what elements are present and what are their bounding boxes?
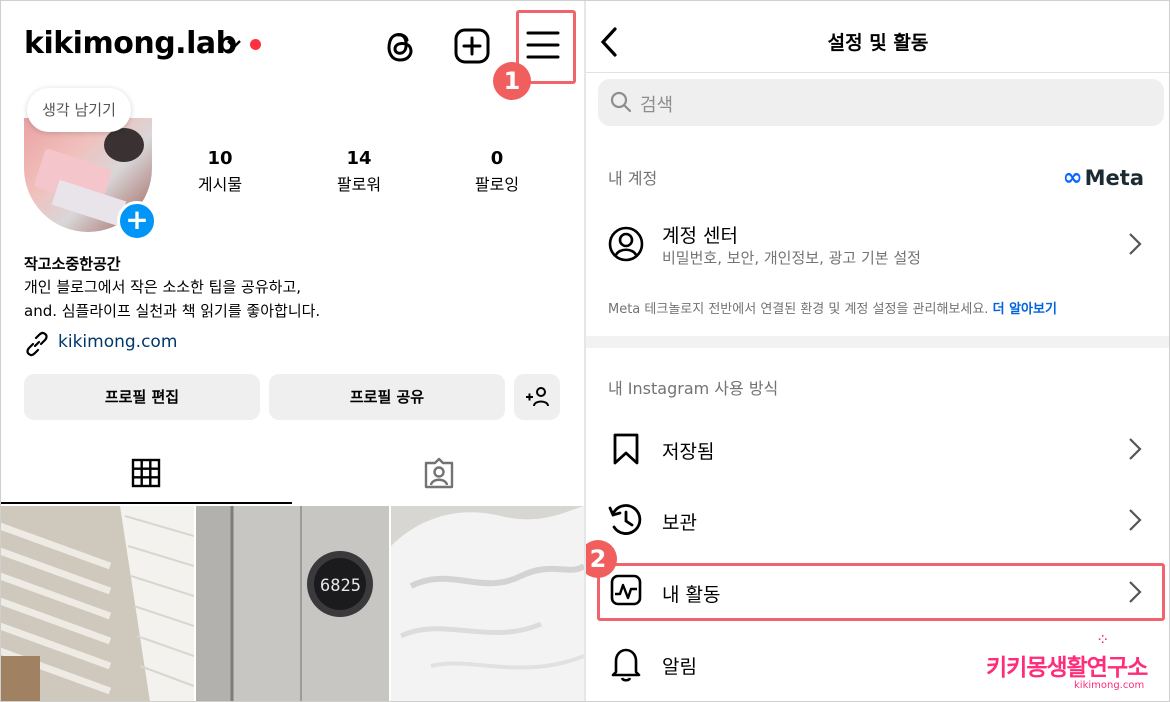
meta-note: Meta 테크놀로지 전반에서 연결된 환경 및 계정 설정을 관리해보세요. … <box>608 302 1057 317</box>
bedding-image <box>391 506 584 702</box>
add-person-button[interactable] <box>514 374 560 420</box>
post-thumbnail[interactable] <box>391 506 584 702</box>
account-center-row[interactable]: 계정 센터 비밀번호, 보안, 개인정보, 광고 기본 설정 <box>586 210 1170 280</box>
timer-image: 6825 <box>196 506 389 702</box>
menu-icon[interactable] <box>526 30 560 60</box>
activity-icon <box>610 574 642 606</box>
chevron-right-icon <box>1129 233 1142 255</box>
bio-line: 개인 블로그에서 작은 소소한 팁을 공유하고, <box>24 278 302 296</box>
bookmark-icon <box>613 433 639 465</box>
chevron-right-icon <box>1129 581 1142 603</box>
menu-item-saved[interactable]: 저장됨 <box>586 420 1170 480</box>
account-center-title: 계정 센터 <box>662 225 738 247</box>
menu-item-label: 저장됨 <box>662 441 715 463</box>
menu-item-label: 알림 <box>662 656 697 678</box>
share-profile-button[interactable]: 프로필 공유 <box>269 374 505 420</box>
stat-following[interactable]: 0 팔로잉 <box>442 148 552 195</box>
account-center-icon <box>608 226 644 262</box>
bell-icon <box>611 648 641 682</box>
post-thumbnail[interactable]: 6825 <box>196 506 389 702</box>
meta-infinity-icon: ∞ <box>1062 163 1083 191</box>
chevron-right-icon <box>1129 509 1142 531</box>
section-label-usage: 내 Instagram 사용 방식 <box>608 379 779 398</box>
chevron-down-icon[interactable] <box>226 38 242 50</box>
header-divider <box>586 72 1170 73</box>
menu-item-label: 보관 <box>662 512 697 534</box>
stat-posts[interactable]: 10 게시물 <box>165 148 275 195</box>
page-title: 설정 및 활동 <box>827 32 929 54</box>
note-bubble[interactable]: 생각 남기기 <box>27 88 131 132</box>
edit-profile-button[interactable]: 프로필 편집 <box>24 374 260 420</box>
watermark-dots: ⁘ <box>1096 630 1110 649</box>
meta-logo: ∞Meta <box>1062 163 1144 191</box>
learn-more-link[interactable]: 더 알아보기 <box>993 302 1057 317</box>
watermark-url: kikimong.com <box>1074 680 1145 691</box>
profile-screen: kikimong.lab 1 생각 남기기 + 10 게시물 14 팔로워 0 … <box>0 0 584 702</box>
link-icon <box>26 331 48 357</box>
blinds-image <box>0 506 194 702</box>
stat-followers[interactable]: 14 팔로워 <box>304 148 414 195</box>
settings-screen: 설정 및 활동 검색 내 계정 ∞Meta 계정 센터 비밀번호, 보안, 개인… <box>586 0 1170 702</box>
svg-text:6825: 6825 <box>320 576 361 596</box>
post-thumbnail[interactable] <box>0 506 194 702</box>
notification-dot <box>250 39 261 50</box>
profile-link[interactable]: kikimong.com <box>24 331 177 357</box>
section-separator <box>586 336 1170 348</box>
section-label-account: 내 계정 <box>608 169 658 188</box>
search-icon <box>610 91 632 113</box>
search-placeholder: 검색 <box>640 95 674 116</box>
menu-item-archive[interactable]: 보관 <box>586 490 1170 550</box>
watermark: 키키몽생활연구소 <box>986 655 1148 681</box>
add-story-button[interactable]: + <box>117 201 157 241</box>
search-input[interactable]: 검색 <box>598 79 1164 126</box>
account-center-subtitle: 비밀번호, 보안, 개인정보, 광고 기본 설정 <box>662 249 921 267</box>
chevron-right-icon <box>1129 438 1142 460</box>
bio-line: and. 심플라이프 실천과 책 읽기를 좋아합니다. <box>24 302 321 320</box>
profile-name: 작고소중한공간 <box>24 255 121 273</box>
threads-icon[interactable] <box>383 26 417 64</box>
archive-icon <box>608 504 642 535</box>
menu-item-activity[interactable]: 내 활동 <box>586 560 1170 620</box>
active-tab-indicator <box>0 502 292 504</box>
menu-item-label: 내 활동 <box>662 584 721 606</box>
new-post-icon[interactable] <box>454 28 490 64</box>
profile-username[interactable]: kikimong.lab <box>24 26 237 61</box>
tagged-icon[interactable] <box>422 457 456 489</box>
add-person-icon <box>526 387 549 407</box>
grid-icon[interactable] <box>131 458 161 488</box>
step-badge-1: 1 <box>493 62 531 100</box>
